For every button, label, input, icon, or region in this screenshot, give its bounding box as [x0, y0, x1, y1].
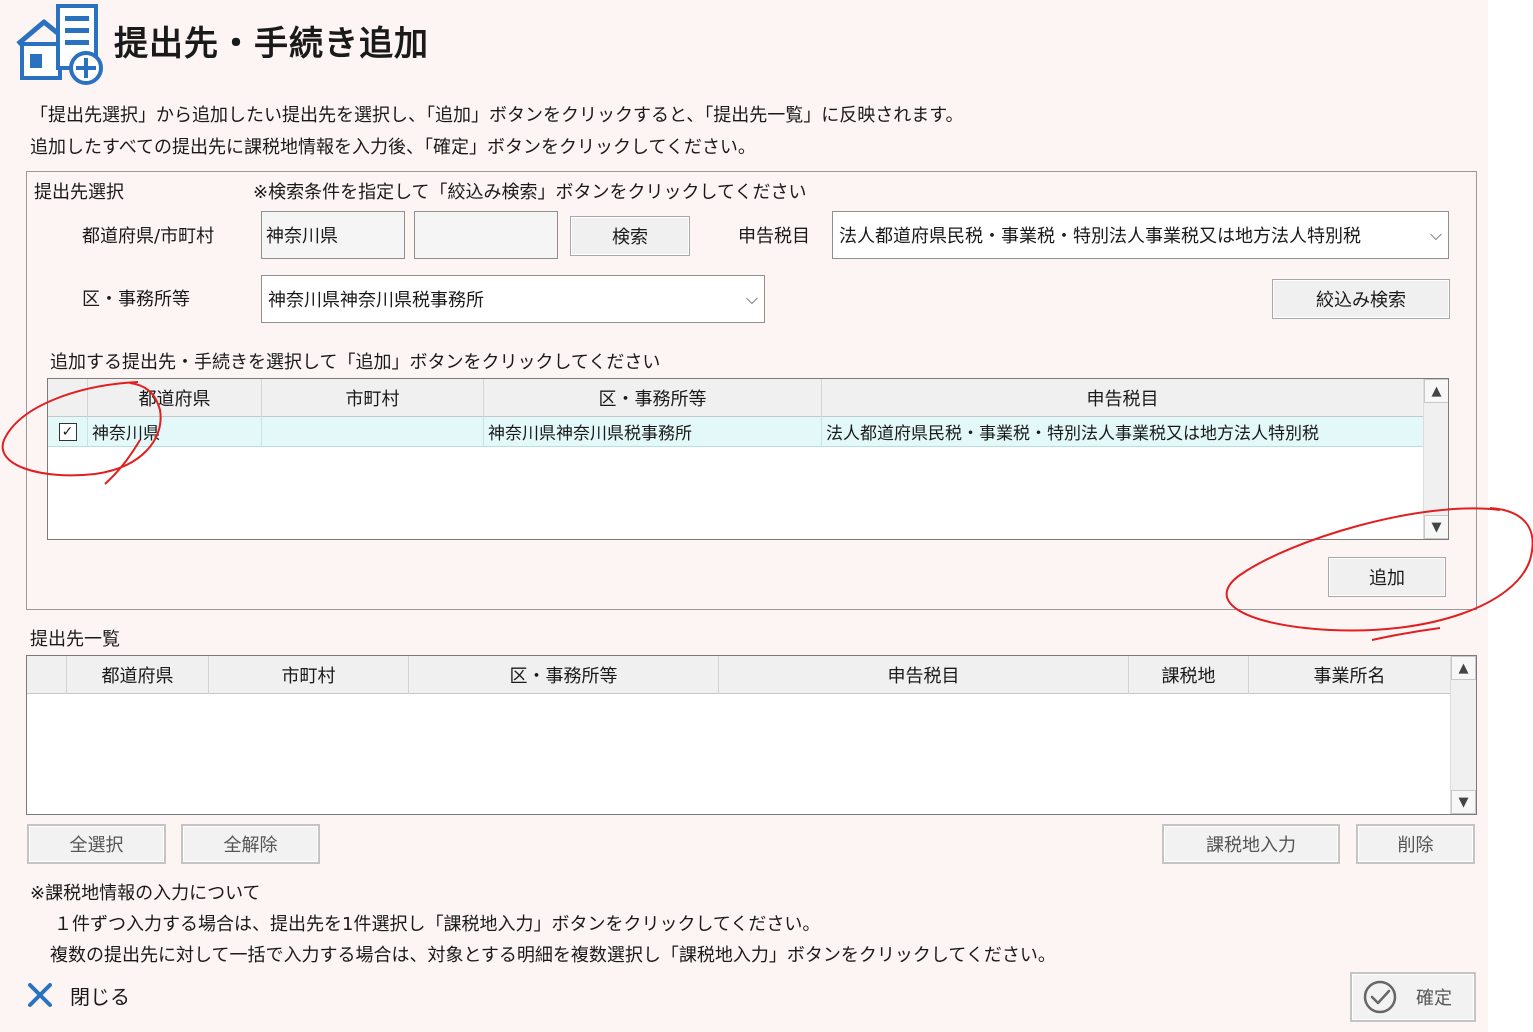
close-label: 閉じる — [70, 984, 130, 1009]
city-field[interactable] — [414, 211, 558, 259]
list-header-office-name[interactable]: 事業所名 — [1249, 656, 1450, 694]
select-all-button[interactable]: 全選択 — [27, 824, 166, 864]
close-icon — [28, 983, 52, 1007]
tax-item-select-value: 法人都道府県民税・事業税・特別法人事業税又は地方法人特別税 — [839, 226, 1361, 247]
chevron-down-icon: ⌵ — [745, 289, 758, 308]
grid-header-office[interactable]: 区・事務所等 — [484, 379, 822, 417]
notes-line-2: 複数の提出先に対して一括で入力する場合は、対象とする明細を複数選択し「課税地入力… — [50, 945, 1056, 966]
instruction-line-1: 「提出先選択」から追加したい提出先を選択し、「追加」ボタンをクリックすると、「提… — [30, 105, 964, 126]
selection-grid-scrollbar[interactable]: ▲ ▼ — [1423, 379, 1448, 539]
office-label: 区・事務所等 — [82, 289, 190, 310]
pref-city-label: 都道府県/市町村 — [82, 226, 215, 247]
prefecture-field[interactable]: 神奈川県 — [261, 211, 405, 259]
row-checkbox-cell[interactable]: ✓ — [48, 417, 88, 446]
list-header-tax-place[interactable]: 課税地 — [1129, 656, 1249, 694]
search-hint: ※検索条件を指定して「絞込み検索」ボタンをクリックしてください — [253, 182, 807, 203]
confirm-label: 確定 — [1416, 988, 1452, 1009]
grid-header-prefecture[interactable]: 都道府県 — [88, 379, 262, 417]
notes-line-1: １件ずつ入力する場合は、提出先を1件選択し「課税地入力」ボタンをクリックしてくだ… — [54, 914, 821, 935]
confirm-button[interactable]: 確定 — [1350, 972, 1476, 1022]
deselect-all-button[interactable]: 全解除 — [181, 824, 320, 864]
row-city — [262, 417, 484, 446]
list-header-office[interactable]: 区・事務所等 — [409, 656, 719, 694]
list-header-check — [27, 656, 67, 694]
submission-list-grid[interactable]: 都道府県 市町村 区・事務所等 申告税目 課税地 事業所名 ▲ ▼ — [26, 655, 1477, 815]
row-prefecture: 神奈川県 — [88, 417, 262, 446]
grid-hint: 追加する提出先・手続きを選択して「追加」ボタンをクリックしてください — [50, 352, 661, 373]
list-label: 提出先一覧 — [30, 629, 120, 650]
row-office: 神奈川県神奈川県税事務所 — [484, 417, 822, 446]
list-header-prefecture[interactable]: 都道府県 — [67, 656, 209, 694]
check-circle-icon — [1363, 980, 1397, 1014]
close-button[interactable]: 閉じる — [26, 978, 130, 1012]
selection-grid-header: 都道府県 市町村 区・事務所等 申告税目 — [48, 379, 1423, 417]
chevron-down-icon: ⌵ — [1429, 225, 1442, 244]
scroll-down-icon[interactable]: ▼ — [1451, 790, 1476, 814]
list-grid-header: 都道府県 市町村 区・事務所等 申告税目 課税地 事業所名 — [27, 656, 1450, 694]
grid-header-check — [48, 379, 88, 417]
selection-grid[interactable]: 都道府県 市町村 区・事務所等 申告税目 ✓ 神奈川県 神奈川県神奈川県税事務所… — [47, 378, 1449, 540]
notes-heading: ※課税地情報の入力について — [30, 883, 261, 904]
list-header-city[interactable]: 市町村 — [209, 656, 409, 694]
building-add-icon — [16, 4, 103, 85]
grid-header-tax-item[interactable]: 申告税目 — [822, 379, 1423, 417]
table-row[interactable]: ✓ 神奈川県 神奈川県神奈川県税事務所 法人都道府県民税・事業税・特別法人事業税… — [48, 417, 1423, 447]
tax-item-select[interactable]: 法人都道府県民税・事業税・特別法人事業税又は地方法人特別税 ⌵ — [832, 211, 1449, 259]
scroll-up-icon[interactable]: ▲ — [1424, 379, 1448, 403]
filter-search-button[interactable]: 絞込み検索 — [1272, 279, 1450, 319]
office-select-value: 神奈川県神奈川県税事務所 — [268, 290, 484, 311]
delete-button[interactable]: 削除 — [1356, 824, 1475, 864]
page-title: 提出先・手続き追加 — [114, 24, 429, 64]
row-tax-item: 法人都道府県民税・事業税・特別法人事業税又は地方法人特別税 — [826, 424, 1319, 444]
list-header-tax-item[interactable]: 申告税目 — [719, 656, 1129, 694]
instruction-line-2: 追加したすべての提出先に課税地情報を入力後、「確定」ボタンをクリックしてください… — [30, 137, 756, 158]
add-button[interactable]: 追加 — [1328, 557, 1446, 597]
tax-place-input-button[interactable]: 課税地入力 — [1162, 824, 1340, 864]
search-button[interactable]: 検索 — [570, 216, 690, 256]
list-grid-scrollbar[interactable]: ▲ ▼ — [1450, 656, 1476, 814]
tax-item-label: 申告税目 — [738, 226, 810, 247]
selection-group-label: 提出先選択 — [34, 182, 124, 203]
checkbox[interactable]: ✓ — [58, 422, 77, 441]
office-select[interactable]: 神奈川県神奈川県税事務所 ⌵ — [261, 275, 765, 323]
grid-header-city[interactable]: 市町村 — [262, 379, 484, 417]
scroll-down-icon[interactable]: ▼ — [1424, 515, 1448, 539]
scroll-up-icon[interactable]: ▲ — [1451, 656, 1476, 680]
